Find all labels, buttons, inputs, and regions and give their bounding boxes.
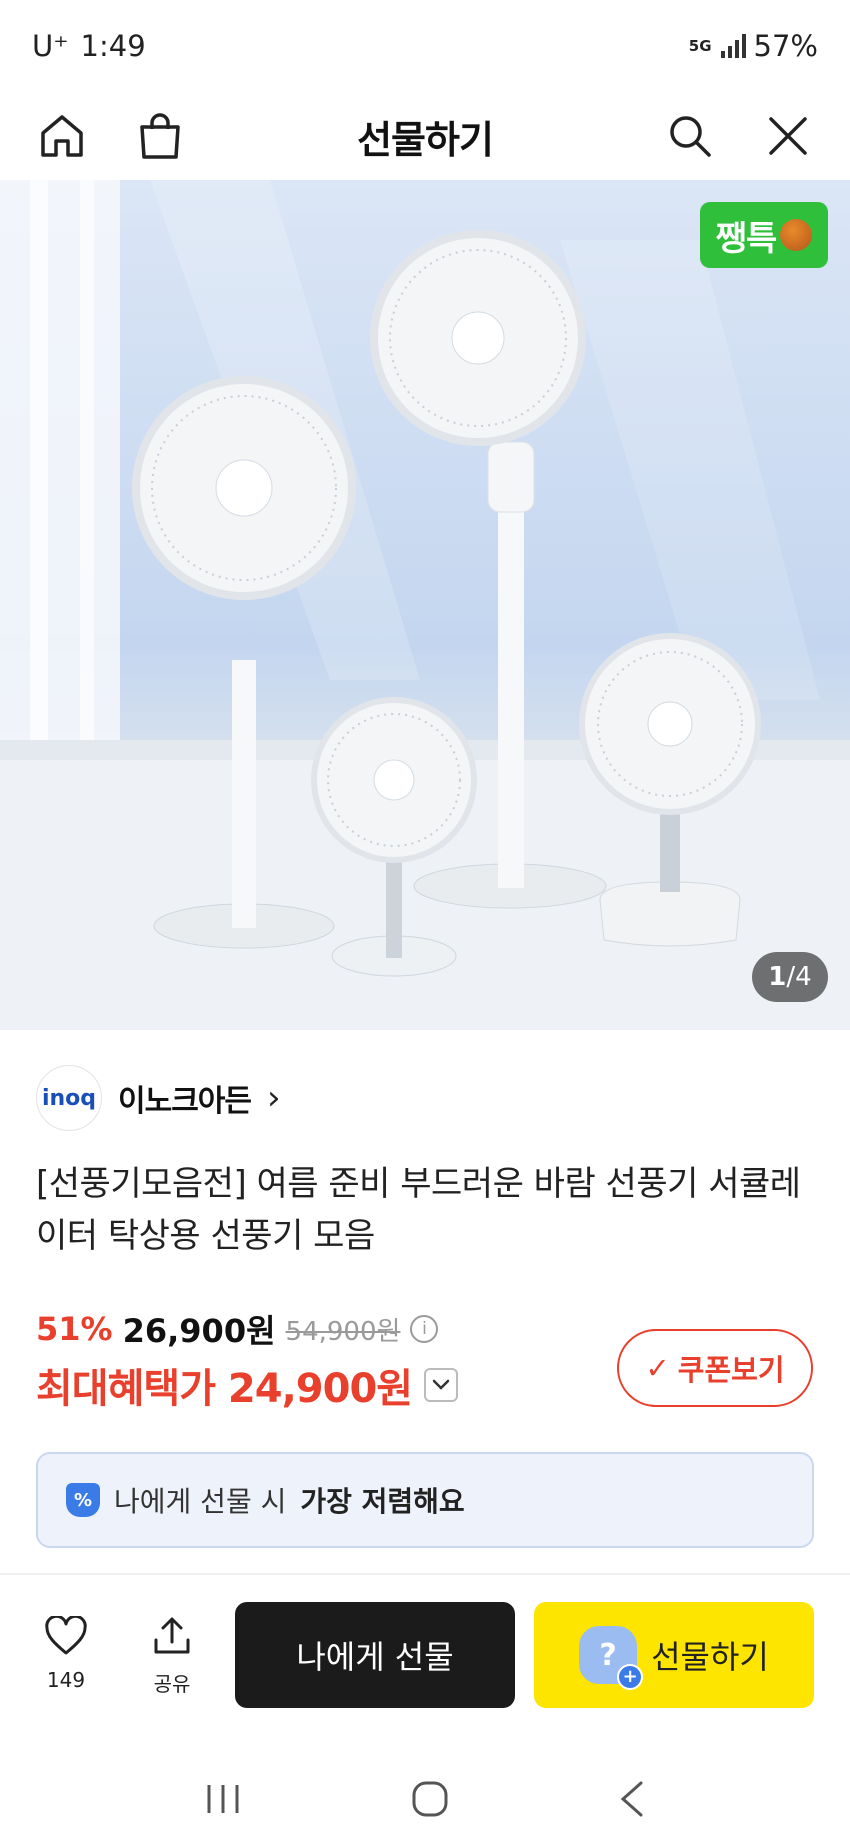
carrier-label: U⁺ [32, 29, 69, 63]
page-separator: / [786, 962, 796, 992]
recent-apps-icon[interactable] [203, 1781, 243, 1817]
price-row: 51% 26,900원 54,900원 i [36, 1306, 439, 1352]
chevron-right-icon: › [267, 1078, 281, 1118]
battery-level: 57% [753, 29, 818, 63]
signal-icon [720, 34, 746, 58]
search-button[interactable] [660, 106, 720, 166]
clock: 1:49 [80, 29, 146, 63]
gift-button-label: 선물하기 [651, 1638, 769, 1676]
network-badge: 5G [688, 37, 712, 55]
friend-avatar-icon: ? + [579, 1626, 644, 1690]
acorn-icon [780, 219, 813, 251]
back-icon[interactable] [617, 1779, 647, 1819]
page-title: 선물하기 [357, 117, 494, 162]
close-button[interactable] [758, 106, 818, 166]
promo-badge: 쨍특 [700, 202, 828, 268]
divider [0, 1573, 850, 1575]
product-image [0, 180, 850, 1030]
seller-logo: inoq [36, 1065, 102, 1131]
status-bar: U⁺ 1:49 5G 57% [0, 0, 850, 92]
like-count: 149 [46, 1668, 86, 1692]
sale-price: 26,900원 [122, 1312, 276, 1350]
seller-link[interactable]: inoq 이노크아든 › [36, 1064, 281, 1132]
chevron-down-icon [432, 1379, 450, 1390]
benefit-dropdown-button[interactable] [424, 1368, 459, 1402]
product-title: [선풍기모음전] 여름 준비 부드러운 바람 선풍기 서큘레이터 탁상용 선풍기… [36, 1164, 801, 1256]
status-right: 5G 57% [689, 29, 818, 63]
check-icon: ✓ [645, 1351, 670, 1385]
heart-icon [45, 1616, 87, 1655]
info-icon[interactable]: i [410, 1315, 439, 1343]
original-price: 54,900원 [285, 1316, 401, 1347]
promo-text-prefix: 나에게 선물 시 [114, 1485, 287, 1518]
like-button[interactable]: 149 [26, 1616, 106, 1692]
best-price-row: 최대혜택가 24,900원 [36, 1356, 459, 1414]
promo-text-emphasis: 가장 저렴해요 [300, 1485, 465, 1518]
status-left: U⁺ 1:49 [32, 29, 146, 63]
bottom-action-bar: 149 공유 나에게 선물 ? + 선물하기 [0, 1576, 850, 1756]
top-nav: 선물하기 [0, 92, 850, 180]
page-indicator: 1/4 [752, 952, 828, 1002]
coupon-label: 쿠폰보기 [677, 1353, 785, 1387]
system-nav-bar [0, 1756, 850, 1841]
promo-banner[interactable]: % 나에게 선물 시 가장 저렴해요 [36, 1452, 814, 1548]
share-icon [154, 1617, 190, 1654]
plus-icon: + [617, 1664, 644, 1690]
share-button[interactable]: 공유 [132, 1616, 212, 1697]
close-icon [769, 117, 807, 155]
share-label: 공유 [153, 1672, 191, 1696]
gift-button[interactable]: ? + 선물하기 [534, 1602, 814, 1708]
discount-shield-icon: % [66, 1483, 100, 1517]
page-total: 4 [795, 962, 812, 992]
gift-to-me-button[interactable]: 나에게 선물 [235, 1602, 515, 1708]
home-nav-icon[interactable] [410, 1779, 450, 1819]
discount-rate: 51% [36, 1310, 113, 1348]
best-price: 최대혜택가 24,900원 [36, 1366, 413, 1412]
search-icon [670, 116, 711, 157]
promo-badge-label: 쨍특 [715, 218, 778, 259]
seller-name: 이노크아든 [118, 1084, 252, 1119]
page-current: 1 [768, 962, 787, 992]
product-image-carousel[interactable]: 쨍특 1/4 [0, 180, 850, 1030]
coupon-button[interactable]: ✓ 쿠폰보기 [617, 1329, 813, 1407]
